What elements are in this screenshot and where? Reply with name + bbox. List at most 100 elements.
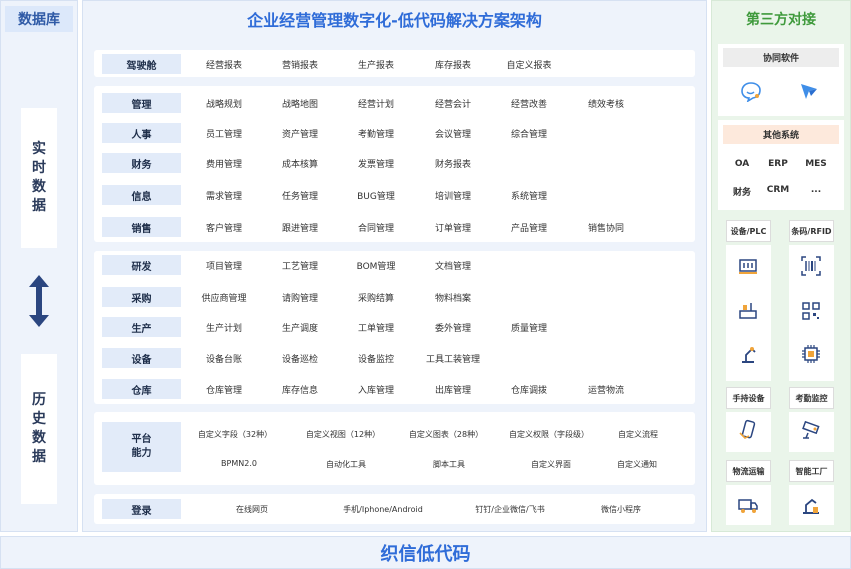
module-item[interactable]: 生产报表 [358,58,394,71]
platform-item[interactable]: 自定义通知 [617,459,657,470]
module-item[interactable]: 仓库管理 [206,383,242,396]
handheld-scanner-icon [739,419,756,439]
login-item[interactable]: 钉钉/企业微信/飞书 [475,504,544,515]
module-item[interactable]: 仓库调拨 [511,383,547,396]
module-item[interactable]: 工具工装管理 [426,352,480,365]
module-item[interactable]: 员工管理 [206,127,242,140]
logistics-header: 物流运输 [726,460,771,482]
module-item[interactable]: 销售协同 [588,221,624,234]
module-item[interactable]: 资产管理 [282,127,318,140]
platform-item[interactable]: 自定义图表（28种） [409,429,483,440]
module-item[interactable]: 入库管理 [358,383,394,396]
module-item[interactable]: 经营改善 [511,97,547,110]
module-item[interactable]: 质量管理 [511,321,547,334]
module-item[interactable]: 考勤管理 [358,127,394,140]
category-platform: 平台 能力 [102,422,181,472]
module-item[interactable]: 采购结算 [358,291,394,304]
platform-item[interactable]: 自定义视图（12种） [306,429,380,440]
platform-item[interactable]: 自定义流程 [618,429,658,440]
module-item[interactable]: 绩效考核 [588,97,624,110]
architecture-title: 企业经营管理数字化-低代码解决方案架构 [247,11,542,30]
module-item[interactable]: 库存报表 [435,58,471,71]
module-item[interactable]: 跟进管理 [282,221,318,234]
module-item[interactable]: 设备监控 [358,352,394,365]
module-item[interactable]: 发票管理 [358,157,394,170]
business-section-2: 研发 项目管理 工艺管理 BOM管理 文档管理 采购 供应商管理 请购管理 采购结算 物料档案 生产… [94,251,695,404]
feishu-icon[interactable] [798,80,820,102]
module-item[interactable]: 工单管理 [358,321,394,334]
module-item[interactable]: BOM管理 [357,259,396,272]
attendance-icon-box [789,412,834,452]
module-item[interactable]: 出库管理 [435,383,471,396]
platform-item[interactable]: 自定义权限（字段级） [509,429,589,440]
module-item[interactable]: 营销报表 [282,58,318,71]
system-item[interactable]: CRM [767,185,790,195]
system-item[interactable]: 财务 [733,185,751,198]
module-item[interactable]: 经营报表 [206,58,242,71]
barcode-rfid-header: 条码/RFID [789,220,834,242]
smart-factory-header: 智能工厂 [789,460,834,482]
other-systems-title: 其他系统 [723,125,839,144]
other-systems-box: 其他系统 OA ERP MES 财务 CRM ... [718,120,844,210]
module-item[interactable]: 供应商管理 [201,291,246,304]
module-item[interactable]: 物料档案 [435,291,471,304]
module-item[interactable]: 产品管理 [511,221,547,234]
module-item[interactable]: 自定义报表 [506,58,551,71]
database-title: 数据库 [5,6,73,32]
module-item[interactable]: 客户管理 [206,221,242,234]
module-item[interactable]: 项目管理 [206,259,242,272]
machine-icon [739,259,757,274]
dingtalk-icon[interactable] [740,80,762,102]
module-item[interactable]: 系统管理 [511,189,547,202]
module-item[interactable]: 综合管理 [511,127,547,140]
module-item[interactable]: 经营计划 [358,97,394,110]
module-item[interactable]: 费用管理 [206,157,242,170]
category-cockpit: 驾驶舱 [102,54,181,74]
login-item[interactable]: 在线网页 [236,504,268,515]
module-item[interactable]: 财务报表 [435,157,471,170]
module-item[interactable]: 需求管理 [206,189,242,202]
module-item[interactable]: 委外管理 [435,321,471,334]
module-item[interactable]: 库存信息 [282,383,318,396]
system-item[interactable]: OA [735,159,749,169]
device-plc-header: 设备/PLC [726,220,771,242]
module-item[interactable]: 运营物流 [588,383,624,396]
module-item[interactable]: 设备台账 [206,352,242,365]
module-item[interactable]: 合同管理 [358,221,394,234]
module-item[interactable]: 经营会计 [435,97,471,110]
category-label: 人事 [102,123,181,143]
module-item[interactable]: 生产计划 [206,321,242,334]
module-item[interactable]: 战略规划 [206,97,242,110]
module-item[interactable]: 成本核算 [282,157,318,170]
barcode-icon [801,256,821,276]
platform-item[interactable]: 自定义字段（32种） [198,429,272,440]
platform-item[interactable]: 自定义界面 [531,459,571,470]
module-item[interactable]: 工艺管理 [282,259,318,272]
business-section-1: 管理 战略规划 战略地图 经营计划 经营会计 经营改善 绩效考核 人事 员工管理 资产管理 考勤管理… [94,86,695,242]
module-item[interactable]: BUG管理 [357,189,395,202]
product-name-banner: 织信低代码 [0,536,851,569]
system-item[interactable]: MES [805,159,827,169]
history-data-box: 历史数据 [21,354,57,504]
system-item[interactable]: ERP [768,159,788,169]
system-item[interactable]: ... [811,185,821,195]
login-item[interactable]: 手机/Iphone/Android [343,504,423,515]
module-item[interactable]: 请购管理 [282,291,318,304]
cockpit-section: 驾驶舱 经营报表 营销报表 生产报表 库存报表 自定义报表 [94,50,695,77]
module-item[interactable]: 培训管理 [435,189,471,202]
production-line-icon [739,303,757,319]
module-item[interactable]: 会议管理 [435,127,471,140]
login-item[interactable]: 微信小程序 [601,504,641,515]
module-item[interactable]: 战略地图 [282,97,318,110]
module-item[interactable]: 设备巡检 [282,352,318,365]
module-item[interactable]: 任务管理 [282,189,318,202]
module-item[interactable]: 文档管理 [435,259,471,272]
smart-factory-icon [803,498,819,514]
platform-item[interactable]: BPMN2.0 [221,459,257,468]
attendance-monitor-header: 考勤监控 [789,387,834,409]
module-item[interactable]: 订单管理 [435,221,471,234]
platform-item[interactable]: 自动化工具 [326,459,366,470]
platform-item[interactable]: 脚本工具 [433,459,465,470]
module-item[interactable]: 生产调度 [282,321,318,334]
realtime-data-box: 实时数据 [21,108,57,248]
